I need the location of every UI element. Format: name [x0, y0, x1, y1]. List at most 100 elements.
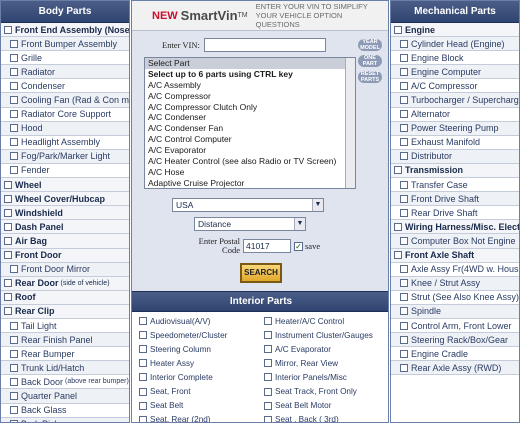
body-part-row[interactable]: Windshield [1, 206, 129, 221]
mechanical-part-row[interactable]: Rear Drive Shaft [391, 206, 519, 221]
body-part-row[interactable]: Hood [1, 121, 129, 136]
body-part-row[interactable]: Back Glass [1, 403, 129, 418]
interior-part-item[interactable]: Seat, Front [136, 384, 261, 398]
parts-option[interactable]: Adaptive Cruise Projector [145, 178, 355, 188]
body-part-row[interactable]: Cooling Fan (Rad & Con mtd) [1, 93, 129, 108]
interior-part-checkbox[interactable] [264, 387, 272, 396]
body-part-row[interactable]: Quarter Panel [1, 389, 129, 404]
interior-part-item[interactable]: Instrument Cluster/Gauges [261, 328, 386, 342]
body-part-row[interactable]: Grille [1, 51, 129, 66]
mechanical-part-checkbox[interactable] [400, 194, 408, 203]
body-part-row[interactable]: Radiator [1, 65, 129, 80]
interior-part-item[interactable]: A/C Evaporator [261, 342, 386, 356]
interior-part-item[interactable]: Mirror, Rear View [261, 356, 386, 370]
body-part-row[interactable]: Condenser [1, 79, 129, 94]
interior-part-item[interactable]: Audiovisual(A/V) [136, 314, 261, 328]
mechanical-part-checkbox[interactable] [400, 279, 408, 288]
mechanical-part-checkbox[interactable] [400, 124, 408, 133]
parts-scrollbar[interactable] [345, 58, 355, 188]
body-part-checkbox[interactable] [10, 96, 18, 105]
body-part-checkbox[interactable] [10, 39, 18, 48]
mechanical-part-row[interactable]: Wiring Harness/Misc. Electric [391, 220, 519, 235]
body-part-row[interactable]: Roof [1, 290, 129, 305]
parts-option[interactable]: A/C Assembly [145, 80, 355, 91]
body-part-row[interactable]: Rear Door (side of vehicle) [1, 276, 129, 291]
mechanical-part-checkbox[interactable] [400, 67, 408, 76]
search-button[interactable]: SEARCH [240, 263, 282, 283]
interior-part-item[interactable]: Seat Belt Motor [261, 399, 386, 413]
interior-part-checkbox[interactable] [139, 373, 147, 382]
body-part-checkbox[interactable] [4, 251, 12, 260]
mechanical-part-row[interactable]: Strut (See Also Knee Assy) [391, 290, 519, 305]
body-part-row[interactable]: Wheel Cover/Hubcap [1, 192, 129, 207]
mechanical-part-checkbox[interactable] [400, 349, 408, 358]
interior-part-item[interactable]: Interior Complete [136, 370, 261, 384]
body-part-checkbox[interactable] [10, 53, 18, 62]
body-part-row[interactable]: Front Door [1, 248, 129, 263]
mechanical-part-checkbox[interactable] [400, 307, 408, 316]
interior-part-item[interactable]: Heater/A/C Control [261, 314, 386, 328]
save-checkbox[interactable]: ✓ [294, 241, 303, 251]
mechanical-part-checkbox[interactable] [394, 166, 402, 175]
body-part-checkbox[interactable] [10, 67, 18, 76]
mechanical-part-row[interactable]: Distributor [391, 149, 519, 164]
mechanical-part-row[interactable]: Steering Rack/Box/Gear [391, 333, 519, 348]
parts-option[interactable]: A/C Compressor Clutch Only [145, 102, 355, 113]
mechanical-part-row[interactable]: Front Drive Shaft [391, 192, 519, 207]
body-part-checkbox[interactable] [4, 25, 12, 34]
parts-option[interactable]: A/C Condenser Fan [145, 123, 355, 134]
body-part-checkbox[interactable] [4, 222, 12, 231]
parts-option[interactable]: A/C Heater Control (see also Radio or TV… [145, 156, 355, 167]
mechanical-part-row[interactable]: Control Arm, Front Lower [391, 318, 519, 334]
body-part-checkbox[interactable] [10, 406, 18, 415]
body-part-row[interactable]: Front End Assembly (Nose) [1, 23, 129, 38]
body-part-row[interactable]: Front Bumper Assembly [1, 37, 129, 52]
body-part-row[interactable]: Wheel [1, 178, 129, 193]
body-part-row[interactable]: Back Door (above rear bumper) [1, 375, 129, 390]
mechanical-part-checkbox[interactable] [400, 236, 408, 245]
mechanical-part-row[interactable]: Turbocharger / Supercharger [391, 93, 519, 108]
parts-option[interactable]: Select up to 6 parts using CTRL key [145, 69, 355, 80]
parts-option[interactable]: A/C Hose [145, 167, 355, 178]
mechanical-part-checkbox[interactable] [400, 180, 408, 189]
mechanical-part-row[interactable]: Exhaust Manifold [391, 135, 519, 150]
mechanical-part-row[interactable]: Cylinder Head (Engine) [391, 37, 519, 52]
mechanical-part-checkbox[interactable] [400, 363, 408, 372]
body-part-checkbox[interactable] [10, 166, 18, 175]
country-select[interactable]: USA ▼ [172, 198, 324, 212]
body-part-checkbox[interactable] [4, 180, 12, 189]
body-part-checkbox[interactable] [10, 349, 18, 358]
interior-part-checkbox[interactable] [139, 415, 147, 422]
interior-part-item[interactable]: Heater Assy [136, 356, 261, 370]
body-part-checkbox[interactable] [4, 307, 12, 316]
mechanical-part-row[interactable]: Transmission [391, 163, 519, 179]
parts-option[interactable]: A/C Condenser [145, 112, 355, 123]
interior-part-checkbox[interactable] [139, 345, 147, 354]
body-part-checkbox[interactable] [10, 124, 18, 133]
smartvin-banner[interactable]: NEW SmartVin TM Enter your VIN to simpli… [132, 1, 388, 31]
body-part-row[interactable]: Rear Bumper [1, 347, 129, 362]
mechanical-part-row[interactable]: Engine Cradle [391, 347, 519, 362]
interior-part-checkbox[interactable] [139, 317, 147, 326]
parts-option[interactable]: Select Part [145, 58, 355, 69]
interior-part-checkbox[interactable] [264, 415, 272, 422]
mechanical-part-row[interactable]: Spindle [391, 304, 519, 319]
interior-part-item[interactable]: Speedometer/Cluster [136, 328, 261, 342]
body-part-checkbox[interactable] [10, 138, 18, 147]
mechanical-part-checkbox[interactable] [400, 265, 408, 274]
body-part-row[interactable]: Bed, Pickup [1, 417, 129, 422]
body-part-row[interactable]: Rear Clip [1, 304, 129, 319]
body-part-row[interactable]: Trunk Lid/Hatch [1, 361, 129, 376]
body-part-row[interactable]: Front Door Mirror [1, 262, 129, 277]
body-part-row[interactable]: Rear Finish Panel [1, 333, 129, 348]
mechanical-part-row[interactable]: Engine Computer [391, 65, 519, 80]
body-part-checkbox[interactable] [4, 236, 12, 245]
one-part-button[interactable]: ONE PART [358, 55, 382, 67]
body-part-checkbox[interactable] [10, 321, 18, 330]
body-part-checkbox[interactable] [10, 391, 18, 400]
body-part-row[interactable]: Dash Panel [1, 220, 129, 235]
interior-part-checkbox[interactable] [264, 373, 272, 382]
body-part-checkbox[interactable] [10, 377, 18, 386]
parts-option[interactable]: A/C Evaporator [145, 145, 355, 156]
interior-part-item[interactable]: Interior Panels/Misc [261, 370, 386, 384]
